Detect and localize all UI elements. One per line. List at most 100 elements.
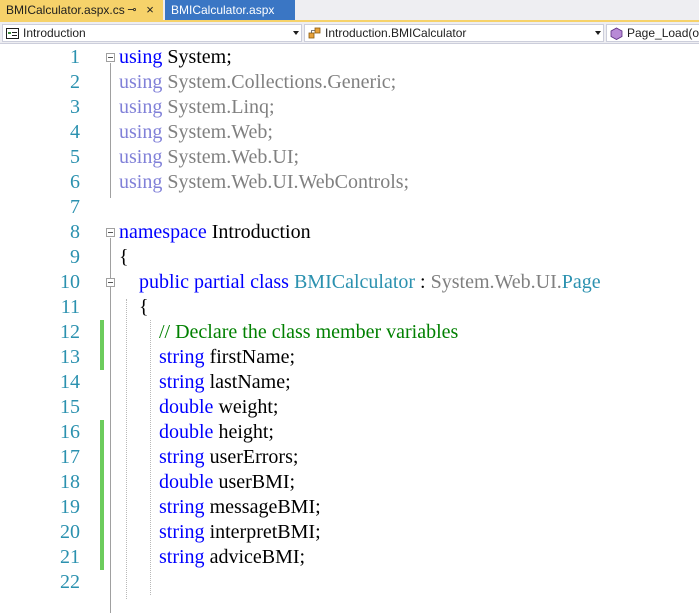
class-dropdown-value: Introduction.BMICalculator: [325, 26, 467, 40]
code-text: {: [119, 245, 129, 270]
code-text: string firstName;: [119, 345, 295, 370]
collapse-icon[interactable]: [106, 53, 115, 62]
code-token: :: [415, 271, 431, 293]
member-dropdown[interactable]: Page_Load(ob: [606, 24, 699, 42]
code-token: messageBMI;: [204, 496, 321, 518]
change-marker: [100, 520, 104, 545]
code-line[interactable]: 15 double weight;: [0, 395, 699, 420]
code-token: string: [159, 346, 205, 368]
code-line[interactable]: 4 using System.Web;: [0, 120, 699, 145]
pin-icon[interactable]: ⊸: [125, 0, 139, 20]
code-line[interactable]: 1 using System;: [0, 45, 699, 70]
change-marker: [100, 320, 104, 345]
class-icon: [308, 27, 321, 39]
code-line[interactable]: 20 string interpretBMI;: [0, 520, 699, 545]
tab-bmicalculator-aspx[interactable]: BMICalculator.aspx: [165, 0, 295, 20]
code-line[interactable]: 6 using System.Web.UI.WebControls;: [0, 170, 699, 195]
code-line[interactable]: 12 // Declare the class member variables: [0, 320, 699, 345]
code-token: {: [119, 296, 149, 318]
code-token: userErrors;: [204, 446, 299, 468]
code-token: firstName;: [204, 346, 296, 368]
line-number: 19: [60, 496, 80, 518]
line-number: 11: [60, 296, 80, 318]
code-line[interactable]: 18 double userBMI;: [0, 470, 699, 495]
change-marker: [100, 495, 104, 520]
code-text: using System.Web.UI;: [119, 145, 299, 170]
method-icon: [610, 27, 623, 40]
code-text: using System.Linq;: [119, 95, 275, 120]
code-text: {: [119, 295, 149, 320]
line-number: 13: [60, 346, 80, 368]
line-number: 6: [70, 171, 80, 193]
close-icon[interactable]: ×: [143, 0, 157, 20]
chevron-down-icon: [595, 31, 601, 35]
collapse-icon[interactable]: [106, 278, 115, 287]
code-text: double weight;: [119, 395, 278, 420]
code-line[interactable]: 3 using System.Linq;: [0, 95, 699, 120]
line-number: 2: [70, 71, 80, 93]
line-number: 20: [60, 521, 80, 543]
code-line[interactable]: 9{: [0, 245, 699, 270]
line-number: 22: [60, 571, 80, 593]
code-token: using: [119, 71, 163, 93]
code-text: string adviceBMI;: [119, 545, 305, 570]
code-text: double height;: [119, 420, 274, 445]
code-line[interactable]: 8 namespace Introduction: [0, 220, 699, 245]
line-number: 10: [60, 271, 80, 293]
code-token: // Declare the class member variables: [119, 321, 459, 343]
code-text: public partial class BMICalculator : Sys…: [119, 270, 601, 295]
code-line[interactable]: 21 string adviceBMI;: [0, 545, 699, 570]
class-dropdown[interactable]: Introduction.BMICalculator: [304, 24, 604, 42]
code-line[interactable]: 14 string lastName;: [0, 370, 699, 395]
code-line[interactable]: 16 double height;: [0, 420, 699, 445]
line-number: 3: [70, 96, 80, 118]
member-dropdown-value: Page_Load(ob: [627, 26, 699, 40]
code-text: using System.Web.UI.WebControls;: [119, 170, 409, 195]
code-line[interactable]: 19 string messageBMI;: [0, 495, 699, 520]
code-token: System.Web.UI;: [162, 146, 300, 168]
change-marker: [100, 545, 104, 570]
code-line[interactable]: 11 {: [0, 295, 699, 320]
code-token: string: [159, 496, 205, 518]
code-token: public partial class: [139, 271, 289, 293]
code-token: System.Linq;: [162, 96, 275, 118]
code-line[interactable]: 5 using System.Web.UI;: [0, 145, 699, 170]
code-line[interactable]: 7: [0, 195, 699, 220]
code-text: using System.Web;: [119, 120, 273, 145]
code-token: using: [119, 171, 163, 193]
line-number: 1: [70, 46, 80, 68]
code-token: string: [159, 546, 205, 568]
code-token: BMICalculator: [293, 271, 416, 293]
code-line[interactable]: 17 string userErrors;: [0, 445, 699, 470]
project-dropdown[interactable]: Introduction: [2, 24, 302, 42]
code-line[interactable]: 13 string firstName;: [0, 345, 699, 370]
chevron-down-icon: [293, 31, 299, 35]
code-token: namespace: [119, 221, 207, 243]
collapse-icon[interactable]: [106, 228, 115, 237]
code-text: using System;: [119, 45, 232, 70]
code-token: System.Web;: [162, 121, 273, 143]
code-text: string interpretBMI;: [119, 520, 321, 545]
code-token: using: [119, 121, 163, 143]
project-dropdown-value: Introduction: [23, 26, 86, 40]
line-number: 12: [60, 321, 80, 343]
code-line[interactable]: 10 public partial class BMICalculator : …: [0, 270, 699, 295]
code-token: double: [159, 396, 214, 418]
code-token: string: [159, 521, 205, 543]
line-number: 15: [60, 396, 80, 418]
code-line[interactable]: 22: [0, 570, 699, 595]
code-token: Introduction: [206, 221, 311, 243]
code-line[interactable]: 2 using System.Collections.Generic;: [0, 70, 699, 95]
code-editor[interactable]: 1 using System; 2 using System.Collections.…: [0, 45, 699, 613]
line-number: 7: [70, 196, 80, 218]
csharp-project-icon: [6, 28, 19, 39]
line-number: 8: [70, 221, 80, 243]
code-text: using System.Collections.Generic;: [119, 70, 396, 95]
code-text: // Declare the class member variables: [119, 320, 458, 345]
code-token: adviceBMI;: [204, 546, 306, 568]
code-text: string lastName;: [119, 370, 291, 395]
tab-bmicalculator-aspx-cs[interactable]: BMICalculator.aspx.cs ⊸ ×: [0, 0, 163, 20]
